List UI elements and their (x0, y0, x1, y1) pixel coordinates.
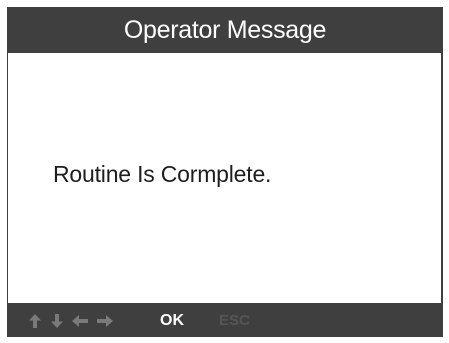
esc-button[interactable]: ESC (219, 304, 250, 337)
operator-message-screen: Operator Message Routine Is Cormplete. O… (7, 7, 443, 337)
ok-button[interactable]: OK (160, 304, 184, 337)
message-text: Routine Is Cormplete. (53, 161, 272, 187)
arrow-down-icon[interactable] (49, 313, 65, 329)
arrow-right-icon[interactable] (96, 313, 114, 329)
function-key-bar: OK ESC (7, 304, 443, 337)
arrow-left-icon[interactable] (71, 313, 89, 329)
arrow-up-icon[interactable] (27, 313, 43, 329)
dialog-title: Operator Message (7, 7, 443, 53)
message-panel: Routine Is Cormplete. (8, 53, 441, 303)
